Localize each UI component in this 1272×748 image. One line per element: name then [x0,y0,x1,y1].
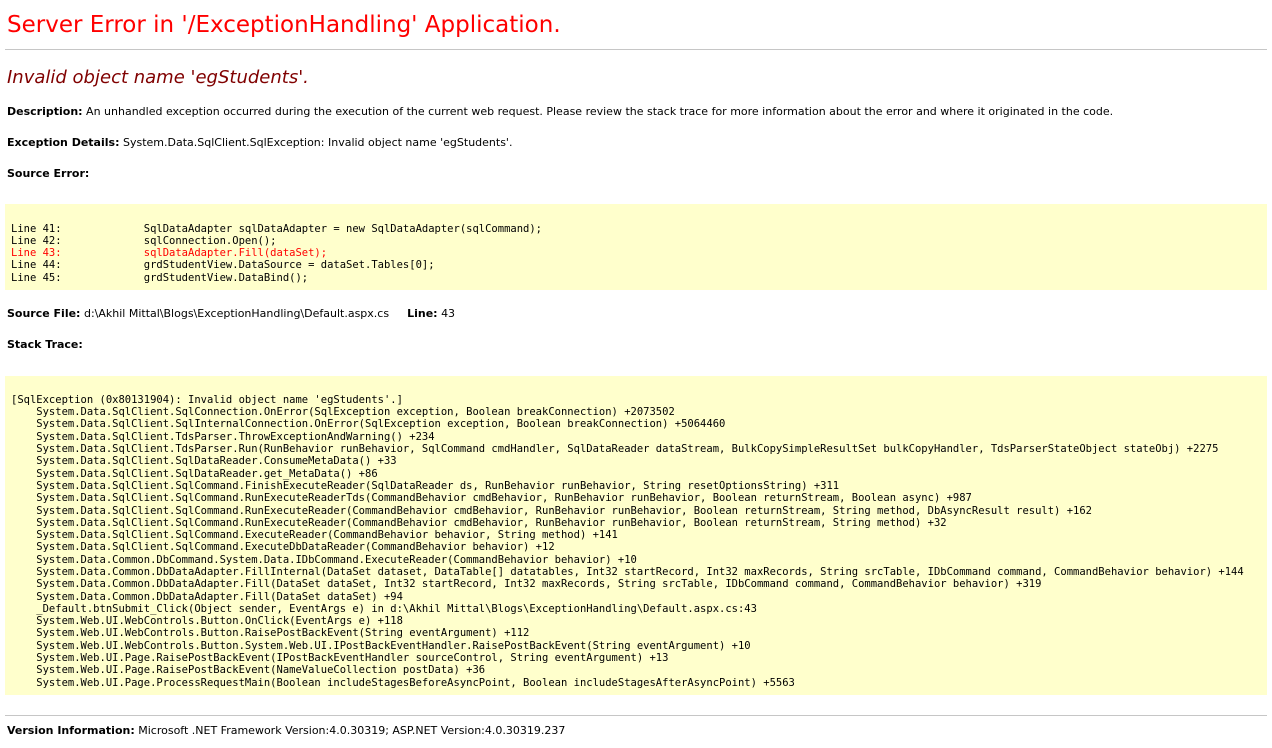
error-code-line: Line 43: sqlDataAdapter.Fill(dataSet); [11,247,327,259]
version-info-row: Version Information: Microsoft .NET Fram… [7,724,1267,738]
source-file-path: d:\Akhil Mittal\Blogs\ExceptionHandling\… [84,307,389,320]
source-error-label: Source Error: [7,167,89,180]
stack-trace-block: [SqlException (0x80131904): Invalid obje… [5,376,1267,695]
description-text: An unhandled exception occurred during t… [86,105,1113,118]
code-line: Line 42: sqlConnection.Open(); [11,235,277,247]
source-file-row: Source File: d:\Akhil Mittal\Blogs\Excep… [7,307,1267,321]
stack-trace-label-row: Stack Trace: [7,338,1267,352]
code-line: Line 45: grdStudentView.DataBind(); [11,272,308,284]
exception-details-label: Exception Details: [7,136,119,149]
version-info-label: Version Information: [7,724,135,737]
source-line-number: 43 [441,307,455,320]
code-line: Line 44: grdStudentView.DataSource = dat… [11,259,435,271]
title-divider [5,49,1267,50]
footer-divider [5,715,1267,716]
source-error-label-row: Source Error: [7,167,1267,181]
server-error-page: Server Error in '/ExceptionHandling' App… [5,12,1267,738]
stack-trace-label: Stack Trace: [7,338,83,351]
error-subtitle: Invalid object name 'egStudents'. [7,67,1267,88]
exception-details-row: Exception Details: System.Data.SqlClient… [7,136,1267,150]
source-file-label: Source File: [7,307,80,320]
description-label: Description: [7,105,83,118]
description-row: Description: An unhandled exception occu… [7,105,1267,119]
source-error-code-block: Line 41: SqlDataAdapter sqlDataAdapter =… [5,204,1267,290]
code-line: Line 41: SqlDataAdapter sqlDataAdapter =… [11,223,542,235]
source-line-label: Line: [407,307,437,320]
version-info-text: Microsoft .NET Framework Version:4.0.303… [138,724,565,737]
page-title: Server Error in '/ExceptionHandling' App… [7,12,1267,38]
exception-details-text: System.Data.SqlClient.SqlException: Inva… [123,136,512,149]
